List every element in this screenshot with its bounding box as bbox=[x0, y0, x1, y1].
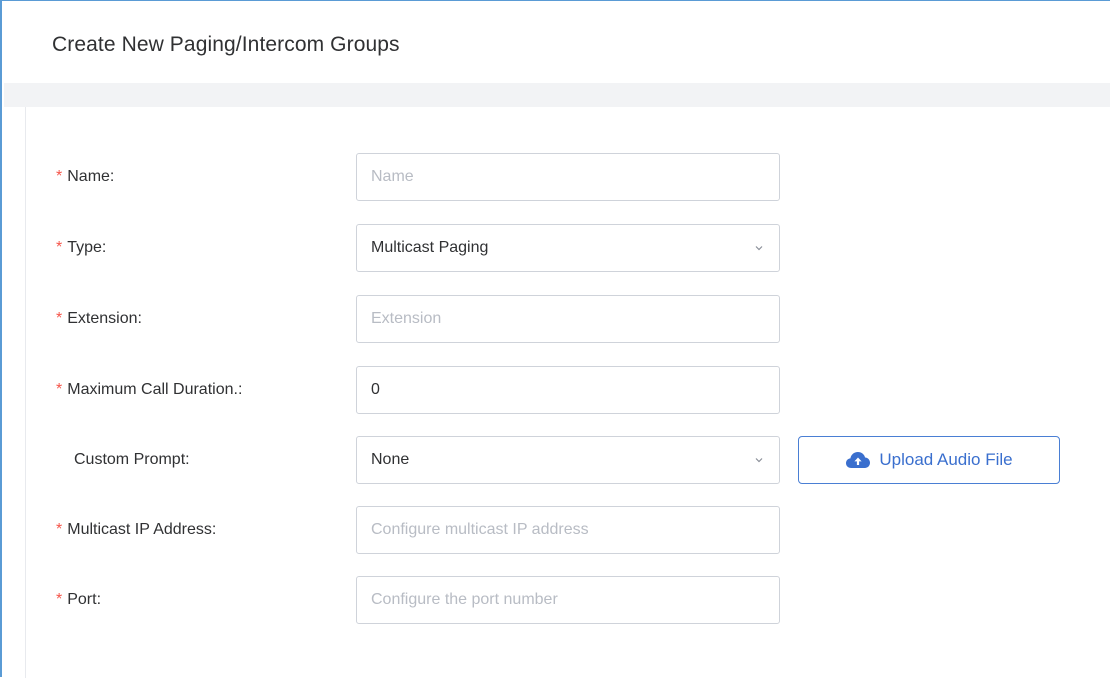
form-row-max-call-duration: * Maximum Call Duration.: bbox=[26, 366, 1110, 414]
chevron-down-icon bbox=[755, 246, 763, 251]
custom-prompt-label: Custom Prompt: bbox=[74, 451, 190, 468]
name-label: * Name: bbox=[56, 168, 115, 185]
form-panel: *Name: *Type: Multicast Paging *Extensio… bbox=[25, 107, 1110, 678]
required-marker: * bbox=[56, 310, 63, 327]
form-row-multicast-ip: * Multicast IP Address: bbox=[26, 506, 1110, 554]
required-marker: * bbox=[56, 591, 63, 608]
required-marker: * bbox=[56, 381, 63, 398]
multicast-ip-input[interactable] bbox=[356, 506, 780, 554]
form-row-type: * Type: Multicast Paging bbox=[26, 224, 1110, 272]
cloud-upload-icon bbox=[846, 452, 871, 468]
upload-audio-file-label: Upload Audio File bbox=[879, 450, 1013, 469]
type-label: * Type: bbox=[56, 239, 107, 256]
form-row-extension: * Extension: bbox=[26, 295, 1110, 343]
upload-audio-file-button[interactable]: Upload Audio File bbox=[798, 436, 1060, 484]
extension-input[interactable] bbox=[356, 295, 780, 343]
dialog-frame: Create New Paging/Intercom Groups * Name:… bbox=[0, 0, 1110, 678]
multicast-ip-label: * Multicast IP Address: bbox=[56, 521, 217, 538]
custom-prompt-select[interactable]: None bbox=[356, 436, 780, 484]
dialog-header: Create New Paging/Intercom Groups bbox=[4, 2, 1110, 83]
max-call-duration-label: * Maximum Call Duration.: bbox=[56, 381, 243, 398]
chevron-down-icon bbox=[755, 458, 763, 463]
required-marker: * bbox=[56, 521, 63, 538]
required-marker: * bbox=[56, 168, 63, 185]
form-row-port: * Port: bbox=[26, 576, 1110, 624]
form-row-custom-prompt: Custom Prompt: None Upload Audio File bbox=[26, 436, 1110, 484]
required-marker: * bbox=[56, 239, 63, 256]
port-input[interactable] bbox=[356, 576, 780, 624]
form-row-name: * Name: bbox=[26, 153, 1110, 201]
page-title: Create New Paging/Intercom Groups bbox=[52, 33, 400, 56]
type-select[interactable]: Multicast Paging bbox=[356, 224, 780, 272]
max-call-duration-input[interactable] bbox=[356, 366, 780, 414]
type-select-value: Multicast Paging bbox=[371, 239, 489, 256]
custom-prompt-select-value: None bbox=[371, 451, 410, 468]
header-separator bbox=[4, 83, 1110, 107]
name-input[interactable] bbox=[356, 153, 780, 201]
port-label: * Port: bbox=[56, 591, 102, 608]
extension-label: * Extension: bbox=[56, 310, 142, 327]
